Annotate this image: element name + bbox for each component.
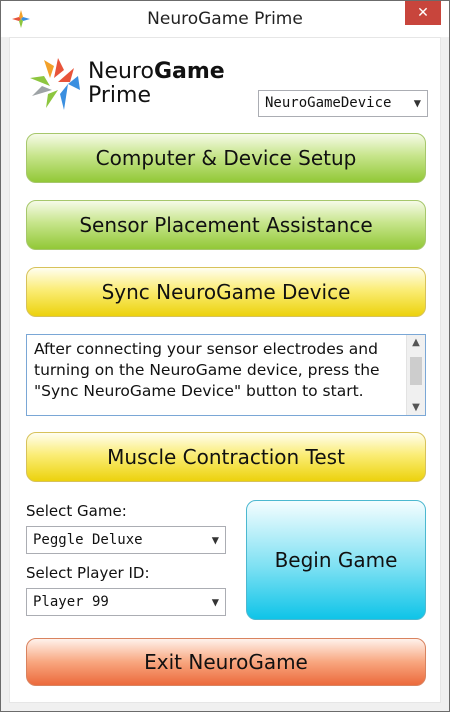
device-select-value: NeuroGameDevice [265, 95, 392, 111]
title-bar: NeuroGame Prime ✕ [1, 1, 449, 37]
logo-text: NeuroGame Prime [88, 60, 225, 108]
select-player-label: Select Player ID: [26, 564, 150, 582]
game-select[interactable]: Peggle Deluxe ▼ [26, 526, 226, 554]
app-window: NeuroGame Prime ✕ NeuroGame Prime NeuroG… [0, 0, 450, 712]
game-select-value: Peggle Deluxe [33, 532, 143, 548]
begin-button-label: Begin Game [274, 548, 398, 572]
chevron-down-icon: ▼ [211, 595, 219, 609]
scroll-up-icon[interactable]: ▲ [407, 337, 425, 348]
scroll-thumb[interactable] [410, 357, 422, 385]
logo-word-neuro: Neuro [88, 59, 154, 84]
player-select[interactable]: Player 99 ▼ [26, 588, 226, 616]
logo-word-prime: Prime [88, 83, 152, 108]
device-select[interactable]: NeuroGameDevice ▼ [258, 90, 428, 117]
instructions-textbox[interactable]: After connecting your sensor electrodes … [26, 334, 426, 416]
logo-icon [30, 58, 80, 110]
exit-button-label: Exit NeuroGame [144, 650, 308, 674]
textbox-scrollbar[interactable]: ▲ ▼ [406, 335, 425, 415]
sensor-placement-button[interactable]: Sensor Placement Assistance [26, 200, 426, 250]
chevron-down-icon: ▼ [211, 533, 219, 547]
window-title: NeuroGame Prime [147, 9, 303, 29]
exit-button[interactable]: Exit NeuroGame [26, 638, 426, 686]
select-game-label: Select Game: [26, 502, 127, 520]
main-panel: NeuroGame Prime NeuroGameDevice ▼ Comput… [9, 37, 441, 703]
scroll-down-icon[interactable]: ▼ [407, 402, 425, 413]
player-select-value: Player 99 [33, 594, 109, 610]
sensor-button-label: Sensor Placement Assistance [79, 213, 373, 237]
setup-button[interactable]: Computer & Device Setup [26, 133, 426, 183]
sync-button-label: Sync NeuroGame Device [101, 280, 351, 304]
instructions-text: After connecting your sensor electrodes … [34, 340, 380, 400]
logo-word-game: Game [153, 59, 225, 84]
muscle-test-button[interactable]: Muscle Contraction Test [26, 432, 426, 482]
close-icon: ✕ [417, 5, 429, 21]
muscle-button-label: Muscle Contraction Test [107, 445, 345, 469]
begin-game-button[interactable]: Begin Game [246, 500, 426, 620]
setup-button-label: Computer & Device Setup [95, 146, 357, 170]
chevron-down-icon: ▼ [413, 96, 421, 110]
close-button[interactable]: ✕ [405, 1, 441, 25]
sync-device-button[interactable]: Sync NeuroGame Device [26, 267, 426, 317]
